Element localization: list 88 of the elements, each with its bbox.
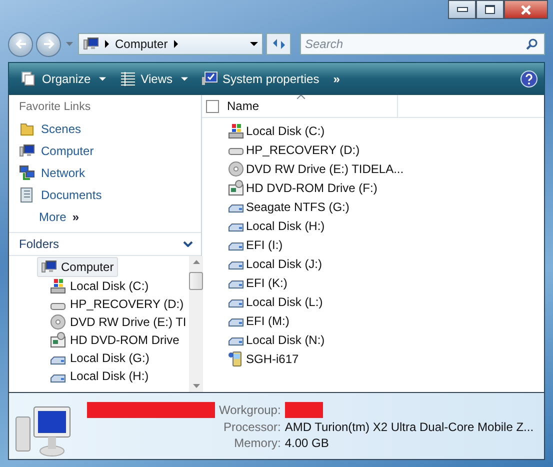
drive-item[interactable]: Local Disk (C:) [228,121,325,140]
search-icon[interactable] [526,38,538,50]
scroll-up-icon[interactable] [192,260,200,264]
drive-icon [228,337,244,346]
tree-item[interactable]: Local Disk (C:) [47,277,152,295]
documents-icon [19,187,35,203]
favorite-link[interactable]: Computer [19,140,201,162]
drive-icon [228,299,244,308]
toolbar-button[interactable]: System properties [196,68,326,90]
windows-drive-icon [50,278,66,294]
computer-icon [83,36,99,52]
scroll-down-icon[interactable] [192,384,200,388]
drive-icon [50,356,66,364]
favorite-link[interactable]: Scenes [19,118,201,140]
drive-icon [228,242,244,251]
disc-drive-icon [228,180,244,196]
detail-label: Processor: [222,420,281,434]
back-button[interactable] [8,32,33,56]
back-arrow-icon [14,38,28,50]
maximize-button[interactable] [476,0,504,19]
drive-item[interactable]: HP_RECOVERY (D:) [228,140,360,159]
computer-icon [19,143,35,159]
breadcrumb-item[interactable]: Computer [115,37,168,51]
drive-item[interactable]: DVD RW Drive (E:) TIDELA... [228,159,404,178]
search-field[interactable]: Search [300,33,545,55]
tree-item[interactable]: Local Disk (G:) [47,349,152,367]
drive-icon [228,204,244,213]
folders-header[interactable]: Folders [9,232,201,256]
breadcrumb-arrow-icon[interactable] [174,40,178,48]
drive-icon [228,318,244,327]
breadcrumb-arrow-icon[interactable] [105,40,109,48]
windows-drive-icon [228,122,244,138]
folder-icon [19,121,35,137]
disc-drive-icon [50,332,66,348]
drive-icon [228,280,244,289]
close-icon [520,4,532,14]
drive-icon [50,374,66,382]
forward-arrow-icon [42,38,56,50]
drive-item[interactable]: Local Disk (L:) [228,292,323,311]
toolbar-button[interactable]: Views [114,68,194,90]
disc-icon [228,160,244,176]
network-icon [19,165,35,181]
tree-item[interactable]: DVD RW Drive (E:) TI [47,313,190,331]
drive-item[interactable]: EFI (K:) [228,273,288,292]
drive-item[interactable]: HD DVD-ROM Drive (F:) [228,178,378,197]
detail-label: Workgroup: [219,403,281,417]
detail-value: 4.00 GB [284,436,330,450]
column-header[interactable]: Name [225,95,398,117]
drive-item[interactable]: Seagate NTFS (G:) [228,197,350,216]
close-button[interactable] [504,0,548,19]
list-view-icon [120,70,136,86]
tree-item[interactable]: Computer [37,257,118,277]
address-bar[interactable]: Computer [78,33,263,55]
minimize-button[interactable] [448,0,476,19]
favorite-link[interactable]: Network [19,162,201,184]
computer-check-icon [202,70,218,86]
select-all-checkbox[interactable] [206,100,219,112]
toolbar-button[interactable]: Organize [15,68,112,90]
drive-item[interactable]: EFI (M:) [228,311,290,330]
section-title: Favorite Links [19,101,92,113]
drive-item[interactable]: Local Disk (J:) [228,254,322,273]
drive-icon [228,261,244,270]
disc-icon [50,314,66,330]
phone-icon [228,350,244,366]
toolbar-button[interactable]: » [327,68,346,88]
dropdown-caret-icon[interactable] [250,42,258,46]
scrollbar-thumb[interactable] [189,272,204,290]
drive-item[interactable]: SGH-i617 [228,349,299,368]
drive-item[interactable]: Local Disk (N:) [228,330,325,349]
detail-label: Memory: [233,436,281,450]
favorite-link[interactable]: Documents [19,184,201,206]
tree-item[interactable]: Local Disk (H:) [47,367,152,385]
drive-item[interactable]: EFI (I:) [228,235,283,254]
tree-item[interactable]: HD DVD-ROM Drive [47,331,182,349]
refresh-icon [270,37,286,51]
scrollbar[interactable] [189,256,204,392]
drive-icon [228,223,244,232]
more-link[interactable]: More » [19,206,201,228]
tree-item[interactable]: HP_RECOVERY (D:) [47,295,187,313]
drive-icon [228,147,244,156]
computer-icon [41,259,57,275]
help-icon[interactable] [520,70,538,88]
pages-icon [21,70,37,86]
detail-value: AMD Turion(tm) X2 Ultra Dual-Core Mobile Z... [284,420,534,434]
forward-button[interactable] [36,32,61,56]
drive-icon [50,302,66,310]
refresh-button[interactable] [266,33,291,55]
drive-item[interactable]: Local Disk (H:) [228,216,325,235]
